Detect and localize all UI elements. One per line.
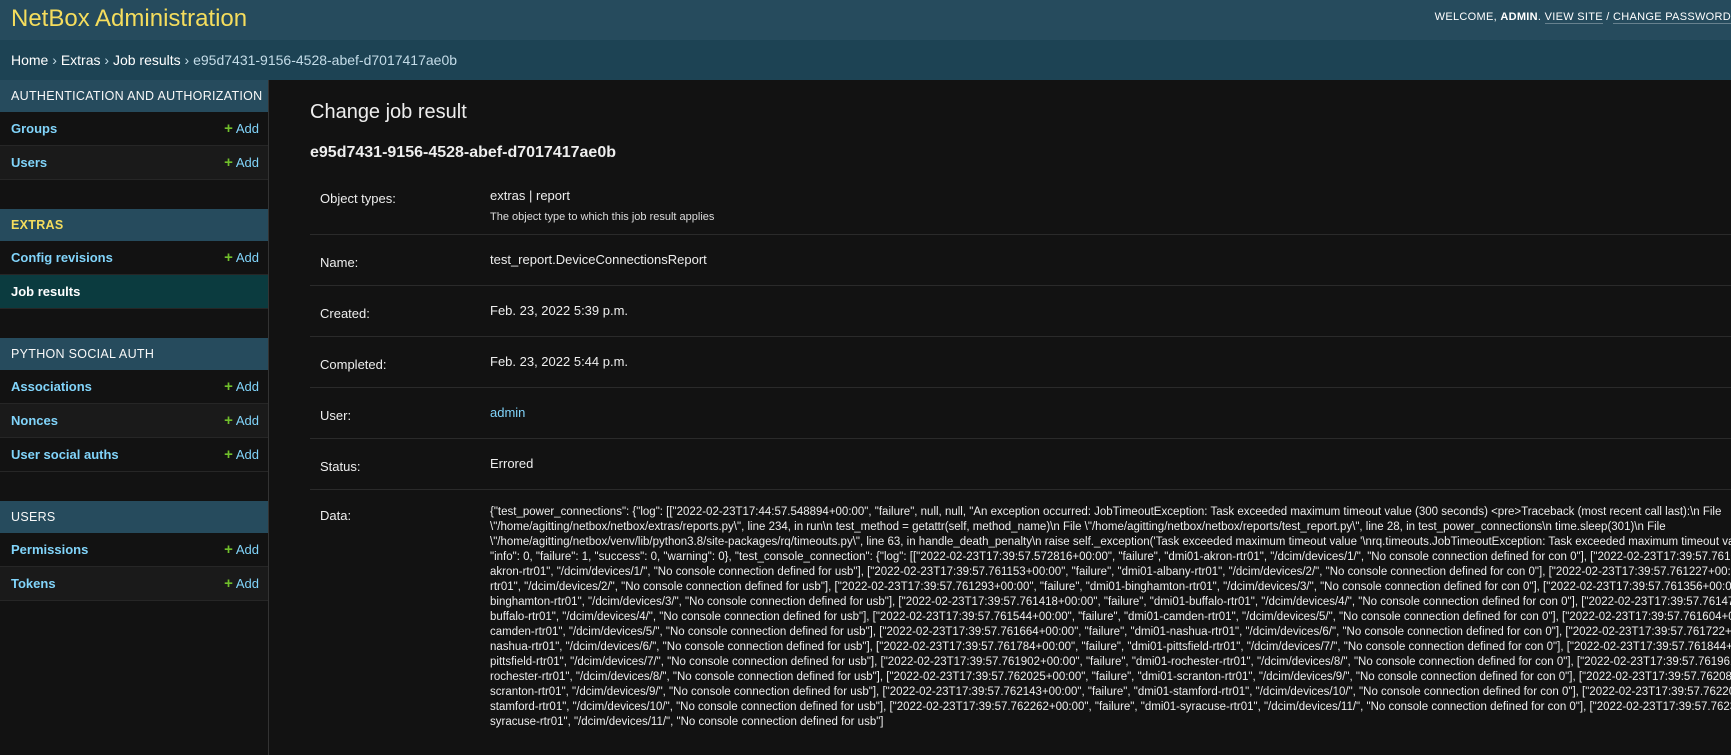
- sidebar-item-user-social-auths: User social auths + Add: [0, 438, 268, 472]
- object-types-value-wrapper: extras | report The object type to which…: [490, 175, 1731, 223]
- sidebar-item-associations: Associations + Add: [0, 370, 268, 404]
- add-label: Add: [235, 155, 259, 170]
- breadcrumb-job-results[interactable]: Job results: [113, 52, 181, 68]
- groups-link[interactable]: Groups: [11, 121, 57, 136]
- breadcrumb: Home › Extras › Job results › e95d7431-9…: [0, 40, 1731, 80]
- breadcrumb-extras[interactable]: Extras: [61, 52, 101, 68]
- module-users: Users Permissions + Add Tokens + Add: [0, 501, 268, 601]
- add-group-button[interactable]: + Add: [224, 112, 259, 145]
- breadcrumb-separator: ›: [48, 52, 61, 68]
- data-label: Data:: [320, 508, 352, 523]
- sidebar-item-job-results: Job results: [0, 275, 268, 309]
- object-title: e95d7431-9156-4528-abef-d7017417ae0b: [310, 144, 616, 161]
- completed-value: Feb. 23, 2022 5:44 p.m.: [490, 354, 629, 369]
- object-types-help: The object type to which this job result…: [490, 211, 715, 223]
- plus-icon: +: [224, 541, 233, 558]
- field-row-created: Created: Feb. 23, 2022 5:39 p.m.: [310, 286, 1731, 337]
- nonces-link[interactable]: Nonces: [11, 413, 58, 428]
- add-label: Add: [235, 379, 259, 394]
- main-content: Change job result e95d7431-9156-4528-abe…: [310, 80, 1731, 755]
- associations-link[interactable]: Associations: [11, 379, 92, 394]
- user-link[interactable]: admin: [490, 405, 525, 420]
- sidebar-item-nonces: Nonces + Add: [0, 404, 268, 438]
- status-label: Status:: [320, 459, 361, 474]
- add-label: Add: [235, 413, 259, 428]
- user-tools-separator: /: [1602, 11, 1614, 23]
- plus-icon: +: [224, 154, 233, 171]
- name-value: test_report.DeviceConnectionsReport: [490, 252, 707, 267]
- add-config-revision-button[interactable]: + Add: [224, 241, 259, 274]
- username: ADMIN: [1500, 11, 1538, 23]
- data-json-value: {"test_power_connections": {"log": [["20…: [490, 506, 1731, 728]
- data-value-wrapper: {"test_power_connections": {"log": [["20…: [490, 490, 1731, 730]
- module-caption-extras[interactable]: Extras: [0, 209, 268, 241]
- object-types-value: extras | report: [490, 188, 570, 203]
- object-types-label: Object types:: [320, 191, 396, 206]
- add-nonce-button[interactable]: + Add: [224, 404, 259, 437]
- plus-icon: +: [224, 378, 233, 395]
- breadcrumb-separator: ›: [180, 52, 194, 68]
- nav-sidebar: Authentication and Authorization Groups …: [0, 80, 269, 755]
- module-caption-auth[interactable]: Authentication and Authorization: [0, 80, 268, 112]
- add-user-social-auth-button[interactable]: + Add: [224, 438, 259, 471]
- field-row-user: User: admin: [310, 388, 1731, 439]
- add-label: Add: [235, 250, 259, 265]
- site-branding[interactable]: NetBox Administration: [11, 5, 247, 33]
- sidebar-item-users: Users + Add: [0, 146, 268, 180]
- field-row-completed: Completed: Feb. 23, 2022 5:44 p.m.: [310, 337, 1731, 388]
- add-association-button[interactable]: + Add: [224, 370, 259, 403]
- job-result-fieldset: Object types: extras | report The object…: [310, 175, 1731, 755]
- add-label: Add: [235, 121, 259, 136]
- sidebar-item-groups: Groups + Add: [0, 112, 268, 146]
- user-social-auths-link[interactable]: User social auths: [11, 447, 119, 462]
- add-permission-button[interactable]: + Add: [224, 533, 259, 566]
- header: NetBox Administration WELCOME, ADMIN. VI…: [0, 0, 1731, 40]
- name-label: Name:: [320, 255, 359, 270]
- module-caption-social-auth[interactable]: Python Social Auth: [0, 338, 268, 370]
- add-label: Add: [235, 576, 259, 591]
- add-token-button[interactable]: + Add: [224, 567, 259, 600]
- job-results-link[interactable]: Job results: [11, 284, 80, 299]
- users-link[interactable]: Users: [11, 155, 47, 170]
- breadcrumb-current: e95d7431-9156-4528-abef-d7017417ae0b: [193, 52, 458, 68]
- sidebar-item-permissions: Permissions + Add: [0, 533, 268, 567]
- module-extras: Extras Config revisions + Add Job results: [0, 209, 268, 309]
- sidebar-item-tokens: Tokens + Add: [0, 567, 268, 601]
- tokens-link[interactable]: Tokens: [11, 576, 56, 591]
- plus-icon: +: [224, 249, 233, 266]
- plus-icon: +: [224, 575, 233, 592]
- created-label: Created:: [320, 306, 370, 321]
- view-site-link[interactable]: VIEW SITE: [1544, 11, 1603, 24]
- change-password-link[interactable]: CHANGE PASSWORD: [1613, 11, 1731, 24]
- plus-icon: +: [224, 412, 233, 429]
- module-social-auth: Python Social Auth Associations + Add Non…: [0, 338, 268, 472]
- user-tools: WELCOME, ADMIN. VIEW SITE / CHANGE PASSW…: [1434, 11, 1731, 24]
- breadcrumb-home[interactable]: Home: [11, 52, 48, 68]
- module-caption-users[interactable]: Users: [0, 501, 268, 533]
- page-title: Change job result: [310, 101, 467, 123]
- config-revisions-link[interactable]: Config revisions: [11, 250, 113, 265]
- field-row-data: Data: {"test_power_connections": {"log":…: [310, 490, 1731, 755]
- add-label: Add: [235, 542, 259, 557]
- created-value: Feb. 23, 2022 5:39 p.m.: [490, 303, 629, 318]
- field-row-object-types: Object types: extras | report The object…: [310, 175, 1731, 235]
- user-label: User:: [320, 408, 352, 423]
- field-row-status: Status: Errored: [310, 439, 1731, 490]
- completed-label: Completed:: [320, 357, 387, 372]
- module-auth: Authentication and Authorization Groups …: [0, 80, 268, 180]
- status-value: Errored: [490, 456, 534, 471]
- permissions-link[interactable]: Permissions: [11, 542, 88, 557]
- breadcrumb-separator: ›: [100, 52, 113, 68]
- user-value-wrapper: admin: [490, 388, 1731, 420]
- sidebar-item-config-revisions: Config revisions + Add: [0, 241, 268, 275]
- plus-icon: +: [224, 446, 233, 463]
- welcome-text: WELCOME,: [1434, 11, 1501, 23]
- add-user-button[interactable]: + Add: [224, 146, 259, 179]
- add-label: Add: [235, 447, 259, 462]
- field-row-name: Name: test_report.DeviceConnectionsRepor…: [310, 235, 1731, 286]
- plus-icon: +: [224, 120, 233, 137]
